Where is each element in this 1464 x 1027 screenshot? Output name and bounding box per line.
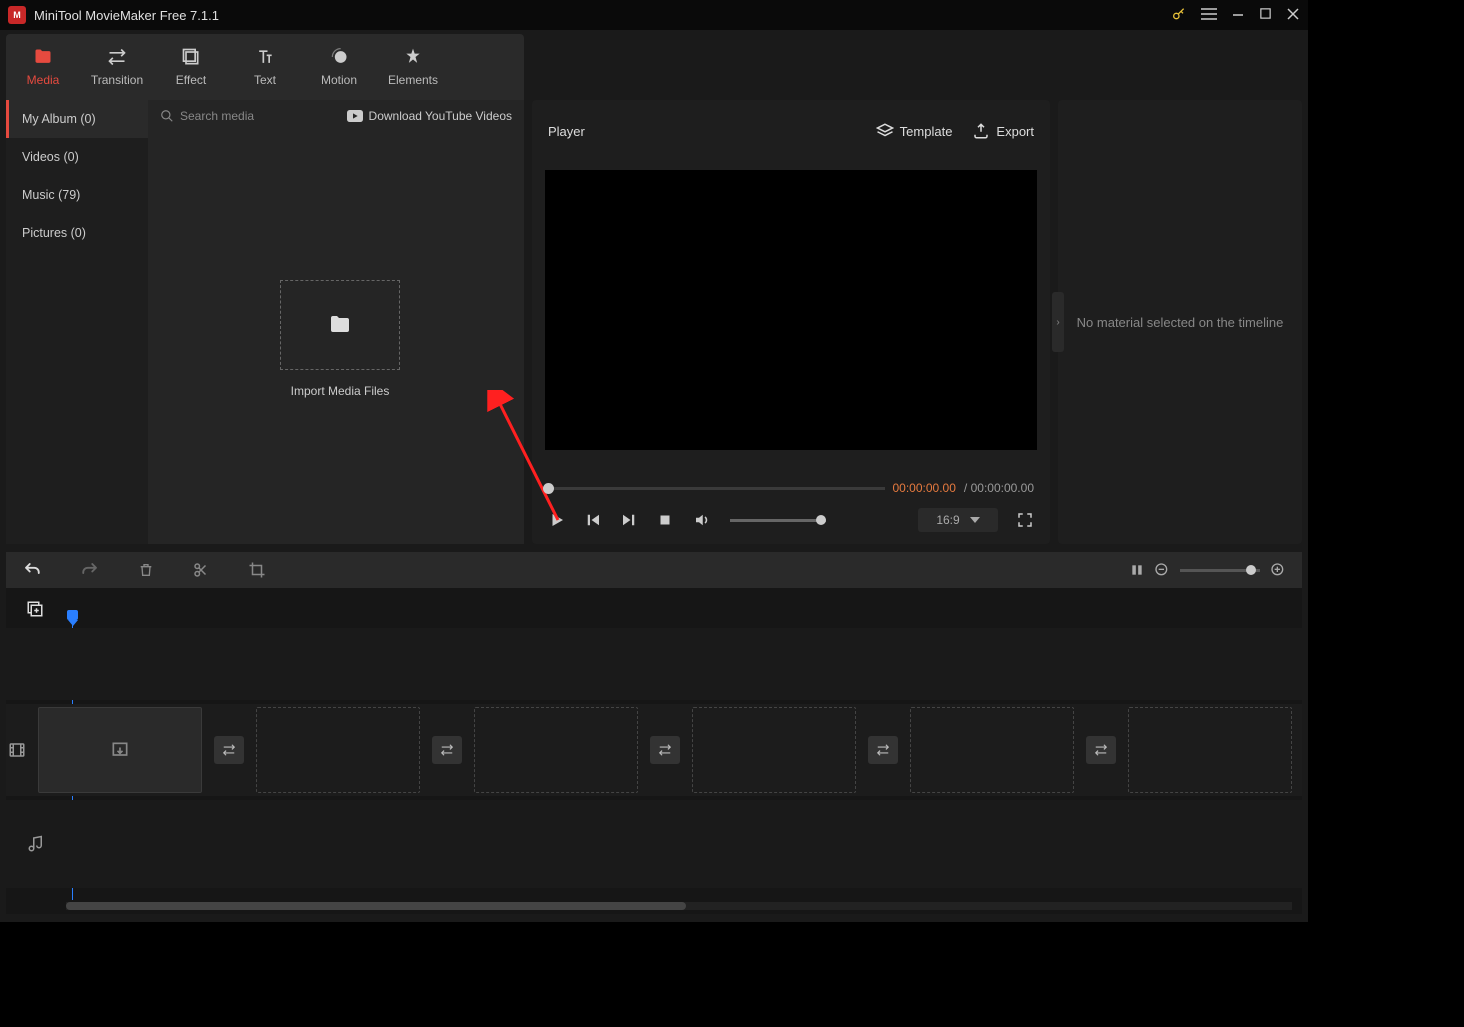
close-button[interactable] (1286, 7, 1300, 24)
tab-elements-label: Elements (388, 73, 438, 87)
maximize-button[interactable] (1259, 7, 1272, 23)
import-media-dropzone[interactable] (280, 280, 400, 370)
download-youtube-button[interactable]: Download YouTube Videos (347, 109, 512, 123)
zoom-in-button[interactable] (1270, 562, 1286, 578)
timeline-track-spacer (6, 628, 1302, 700)
transition-slot[interactable] (868, 736, 898, 764)
export-icon (972, 122, 990, 140)
chevron-down-icon (970, 517, 980, 523)
tab-effect-label: Effect (176, 73, 206, 87)
timeline-clip-placeholder[interactable] (38, 707, 202, 793)
tab-elements[interactable]: Elements (376, 34, 450, 100)
import-media-label: Import Media Files (280, 384, 400, 398)
zoom-slider[interactable] (1180, 569, 1260, 572)
video-track-icon (6, 741, 28, 759)
tab-transition-label: Transition (91, 73, 143, 87)
sidebar-item-music[interactable]: Music (79) (6, 176, 148, 214)
layers-icon (876, 122, 894, 140)
video-preview (545, 170, 1037, 450)
volume-icon[interactable] (692, 511, 712, 529)
app-logo: M (8, 6, 26, 24)
timeline-scrollbar[interactable] (66, 902, 1292, 910)
next-frame-button[interactable] (620, 511, 638, 529)
crop-button[interactable] (248, 561, 266, 579)
player-title: Player (548, 124, 585, 139)
tab-text-label: Text (254, 73, 276, 87)
timeline (6, 588, 1302, 914)
app-title: MiniTool MovieMaker Free 7.1.1 (34, 8, 1171, 23)
tab-motion[interactable]: Motion (302, 34, 376, 100)
undo-button[interactable] (22, 561, 42, 579)
timeline-clip-empty[interactable] (256, 707, 420, 793)
timeline-clip-empty[interactable] (1128, 707, 1292, 793)
stop-button[interactable] (656, 511, 674, 529)
panel-collapse-handle[interactable]: › (1052, 292, 1064, 352)
hamburger-icon[interactable] (1201, 7, 1217, 24)
zoom-out-button[interactable] (1154, 562, 1170, 578)
media-content: Download YouTube Videos Import Media Fil… (148, 100, 524, 544)
tab-motion-label: Motion (321, 73, 357, 87)
time-current: 00:00:00.00 (893, 481, 956, 495)
export-button[interactable]: Export (972, 122, 1034, 140)
tab-media[interactable]: Media (6, 34, 80, 100)
prev-frame-button[interactable] (584, 511, 602, 529)
seek-slider[interactable] (548, 487, 885, 490)
audio-track-icon (6, 834, 66, 854)
timeline-clip-empty[interactable] (474, 707, 638, 793)
delete-button[interactable] (138, 561, 154, 579)
minimize-button[interactable] (1231, 7, 1245, 24)
aspect-ratio-select[interactable]: 16:9 (918, 508, 998, 532)
transition-slot[interactable] (1086, 736, 1116, 764)
split-button[interactable] (192, 561, 210, 579)
redo-button[interactable] (80, 561, 100, 579)
media-sidebar: My Album (0) Videos (0) Music (79) Pictu… (6, 100, 148, 544)
fit-timeline-icon[interactable] (1130, 561, 1144, 579)
timeline-clip-empty[interactable] (692, 707, 856, 793)
search-icon (160, 109, 174, 123)
sidebar-item-videos[interactable]: Videos (0) (6, 138, 148, 176)
transition-slot[interactable] (432, 736, 462, 764)
volume-slider[interactable] (730, 519, 826, 522)
tab-media-label: Media (27, 73, 60, 87)
transition-slot[interactable] (650, 736, 680, 764)
tab-text[interactable]: Text (228, 34, 302, 100)
titlebar: M MiniTool MovieMaker Free 7.1.1 (0, 0, 1308, 30)
timeline-track-video (6, 704, 1302, 796)
time-total: 00:00:00.00 (971, 481, 1034, 495)
template-button[interactable]: Template (876, 122, 953, 140)
tab-transition[interactable]: Transition (80, 34, 154, 100)
sidebar-item-myalbum[interactable]: My Album (0) (6, 100, 148, 138)
folder-icon (326, 313, 354, 337)
top-tabs: Media Transition Effect Text Motion Elem… (6, 34, 524, 100)
sidebar-item-pictures[interactable]: Pictures (0) (6, 214, 148, 252)
player-panel: Player Template Export 00:00:00.00 / 00:… (532, 100, 1050, 544)
key-icon[interactable] (1171, 6, 1187, 25)
search-input[interactable] (180, 109, 341, 123)
annotation-arrow (484, 390, 564, 530)
properties-panel: › No material selected on the timeline (1058, 100, 1302, 544)
fullscreen-button[interactable] (1016, 511, 1034, 529)
timeline-toolbar (6, 552, 1302, 588)
timeline-clip-empty[interactable] (910, 707, 1074, 793)
tab-effect[interactable]: Effect (154, 34, 228, 100)
add-track-button[interactable] (26, 600, 44, 623)
media-panel: My Album (0) Videos (0) Music (79) Pictu… (6, 100, 524, 544)
no-selection-message: No material selected on the timeline (1077, 315, 1284, 330)
timeline-track-audio (6, 800, 1302, 888)
transition-slot[interactable] (214, 736, 244, 764)
